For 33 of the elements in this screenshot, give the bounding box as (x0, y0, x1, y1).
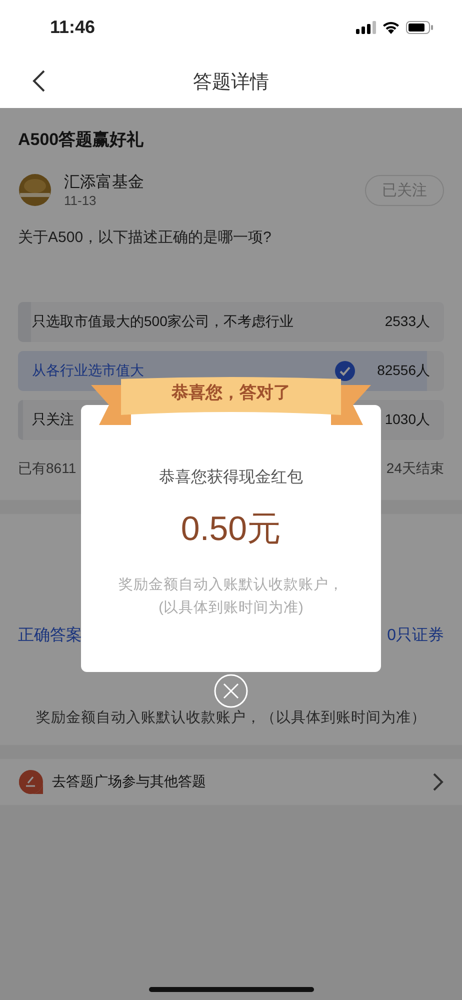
page-title: 答题详情 (193, 70, 269, 94)
back-icon[interactable] (32, 69, 46, 93)
answer-option[interactable]: 只选取市值最大的500家公司，不考虑行业 2533人 (18, 302, 444, 342)
chevron-right-icon (432, 772, 444, 792)
signal-icon (356, 21, 376, 34)
wifi-icon (382, 21, 400, 34)
reward-note: 奖励金额自动入账默认收款账户，（以具体到账时间为准） (35, 708, 427, 727)
correct-answer-tail: 0只证券 (387, 626, 444, 646)
close-icon[interactable] (214, 674, 248, 708)
post-date: 11-13 (64, 193, 98, 208)
vote-count: 1030人 (384, 411, 430, 429)
battery-icon (406, 21, 434, 34)
author-name: 汇添富基金 (64, 172, 145, 193)
end-time: 24天结束 (386, 460, 444, 478)
correct-answer-label: 正确答案 (18, 625, 82, 646)
question-text: 关于A500，以下描述正确的是哪一项? (18, 228, 272, 247)
option-text: 只选取市值最大的500家公司，不考虑行业 (32, 313, 294, 331)
option-text: 只关注 (32, 411, 74, 429)
reward-amount: 0.50元 (180, 509, 282, 550)
vote-count: 82556人 (377, 362, 430, 380)
pencil-badge-icon (18, 769, 44, 795)
dialog-headline: 恭喜您获得现金红包 (159, 468, 303, 488)
post-title: A500答题赢好礼 (18, 129, 145, 151)
dialog-note-line: 奖励金额自动入账默认收款账户， (118, 576, 344, 595)
option-text: 从各行业选市值大 (32, 362, 144, 380)
more-quizzes-row[interactable]: 去答题广场参与其他答题 (0, 759, 462, 805)
status-time: 11:46 (50, 17, 96, 38)
fund-logo-icon (18, 173, 52, 207)
vote-count: 2533人 (384, 313, 430, 331)
participant-count: 已有8611 (18, 460, 76, 478)
check-icon (335, 361, 356, 381)
more-quizzes-link[interactable]: 去答题广场参与其他答题 (52, 773, 424, 791)
dialog-note-line: (以具体到账时间为准) (158, 599, 304, 618)
